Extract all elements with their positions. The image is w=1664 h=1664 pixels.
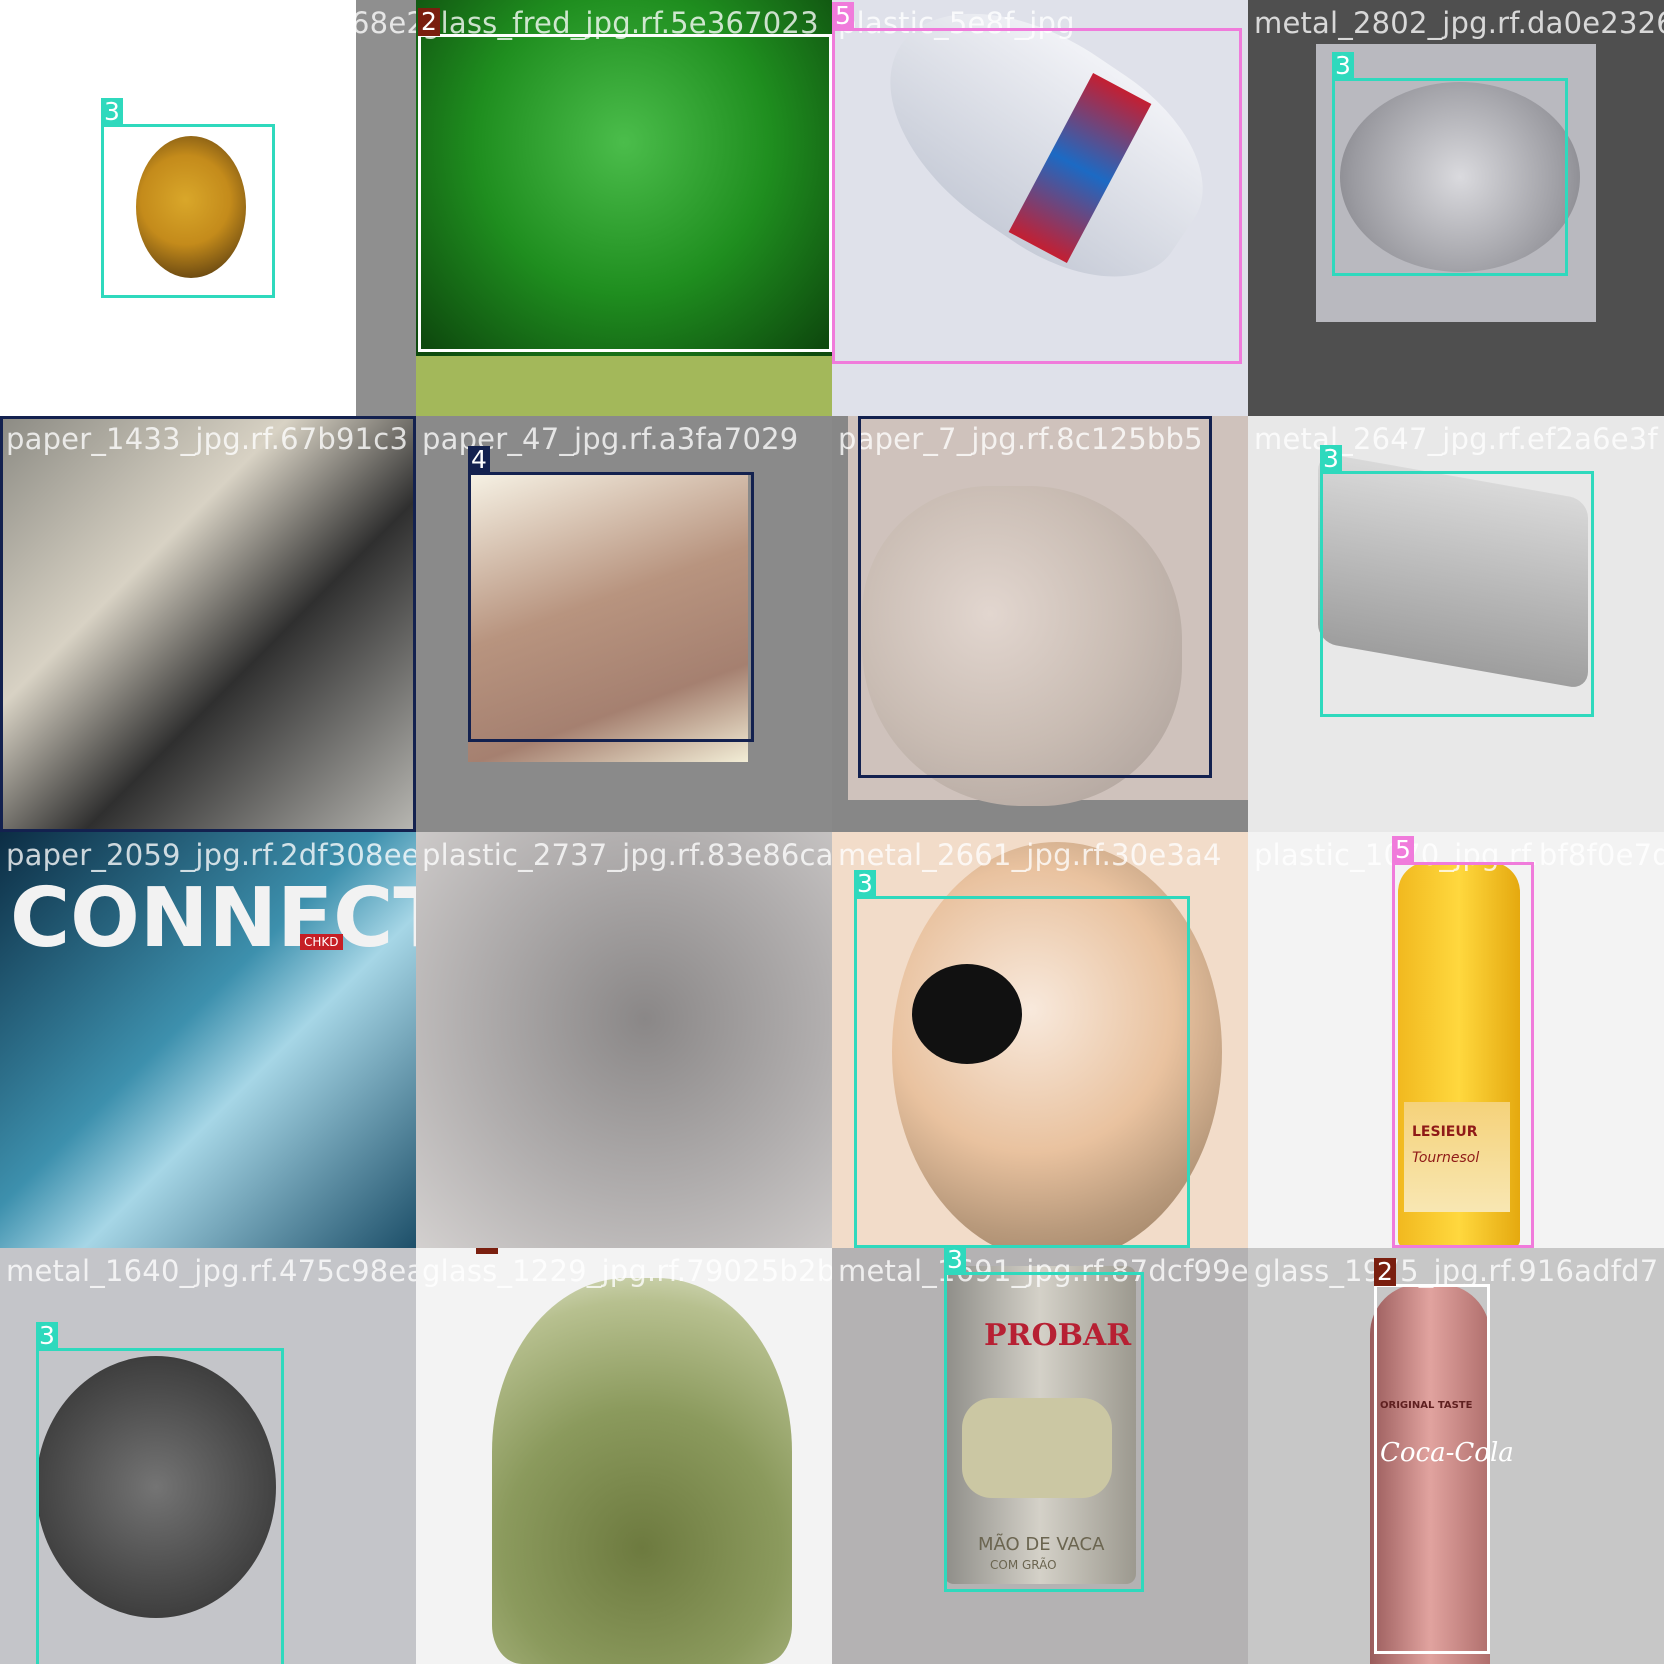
bbox: 5 (1392, 836, 1534, 1248)
tile-plastic-bottle: plastic_5e8f_jpg 5 (832, 0, 1248, 416)
tile-metal-lid: metal_1640_jpg.rf.475c98ea 3 (0, 1248, 416, 1664)
bbox: 3 (944, 1248, 1144, 1592)
tile-crumpled-paper: paper_7_jpg.rf.8c125bb5 4 (832, 416, 1248, 832)
class-label: 2 (418, 8, 440, 36)
tile-coca-cola-bottle: ORIGINAL TASTE Coca-Cola glass_1975_jpg.… (1248, 1248, 1664, 1664)
tile-filename: metal_1640_jpg.rf.475c98ea (6, 1254, 416, 1288)
tile-green-glass-decanter: glass_1229_jpg.rf.79025b2b 2 (416, 1248, 832, 1664)
bbox: 3 (1320, 445, 1594, 717)
class-label: 4 (858, 416, 880, 418)
class-label: 3 (854, 870, 876, 898)
bbox: 5 (832, 2, 1242, 364)
tile-filename: metal_1684_jpg.rf.bc1b68e2 (6, 6, 416, 40)
class-label: 2 (476, 1248, 498, 1254)
magazine-headline: CONNECT (10, 871, 416, 966)
tile-magazine-cover: CONNECT CHKD paper_2059_jpg.rf.2df308ee (0, 832, 416, 1248)
tile-metal-can-top: metal_1684_jpg.rf.bc1b68e2 3 (0, 0, 416, 416)
bbox: 2 (418, 8, 832, 352)
tile-newspaper: paper_1433_jpg.rf.67b91c3 4 (0, 416, 416, 832)
class-label: 5 (1392, 836, 1414, 864)
bbox: 4 (858, 416, 1212, 778)
tile-oil-bottle: LESIEUR Tournesol plastic_1070_jpg.rf.bf… (1248, 832, 1664, 1248)
bbox: 3 (36, 1322, 284, 1664)
tile-green-glass-bowl: glass_fred_jpg.rf.5e367023 2 (416, 0, 832, 416)
tile-filename: metal_2802_jpg.rf.da0e2326 (1254, 6, 1664, 40)
class-label: 5 (832, 2, 854, 30)
tile-food-can: PROBAR MÃO DE VACA COM GRÃO metal_1691_j… (832, 1248, 1248, 1664)
tile-filename: paper_2059_jpg.rf.2df308ee (6, 838, 416, 872)
class-label: 3 (36, 1322, 58, 1350)
tile-filename: glass_1975_jpg.rf.916adfd7 (1254, 1254, 1659, 1288)
image-mosaic: metal_1684_jpg.rf.bc1b68e2 3 glass_fred_… (0, 0, 1664, 1664)
class-label: 4 (468, 446, 490, 474)
bbox: 3 (854, 870, 1190, 1248)
bbox: 4 (468, 446, 754, 742)
bbox: 3 (101, 98, 275, 298)
tile-paper-envelope: paper_47_jpg.rf.a3fa7029 4 (416, 416, 832, 832)
bbox: 2 (476, 1248, 816, 1664)
bbox: 2 (1374, 1258, 1490, 1654)
tile-metal-can-interior: metal_2661_jpg.rf.30e3a4 3 (832, 832, 1248, 1248)
class-label: 3 (1332, 52, 1354, 80)
tile-filename: plastic_2737_jpg.rf.83e86ca (422, 838, 832, 872)
tile-filename: metal_2647_jpg.rf.ef2a6e3f (1254, 422, 1658, 456)
class-label: 3 (1320, 445, 1342, 473)
bbox: 4 (0, 416, 416, 832)
class-label: 3 (101, 98, 123, 126)
class-label: 4 (0, 416, 22, 418)
class-label: 3 (944, 1248, 966, 1274)
tile-aluminium-tray: metal_2647_jpg.rf.ef2a6e3f 3 (1248, 416, 1664, 832)
tile-filename: metal_2661_jpg.rf.30e3a4 (838, 838, 1222, 872)
tile-metal-tray-round: metal_2802_jpg.rf.da0e2326 3 (1248, 0, 1664, 416)
tile-grey-plastic-bag: plastic_2737_jpg.rf.83e86ca (416, 832, 832, 1248)
magazine-logo-text: CHKD (300, 934, 343, 950)
bbox: 3 (1332, 52, 1568, 276)
class-label: 2 (1374, 1258, 1396, 1286)
